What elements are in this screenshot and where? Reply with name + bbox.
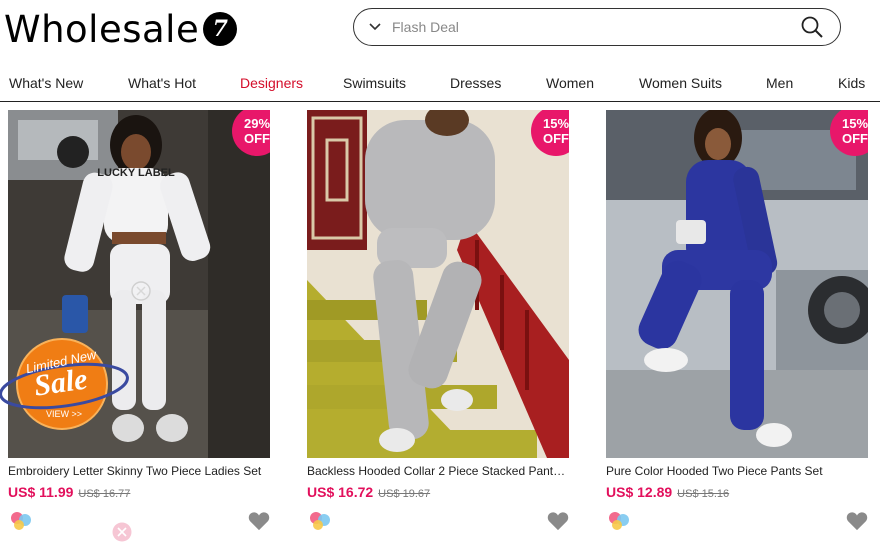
nav-item-dresses[interactable]: Dresses <box>450 75 501 91</box>
color-swatch-icon[interactable] <box>309 511 331 531</box>
category-nav: What's New What's Hot Designers Swimsuit… <box>0 64 880 102</box>
discount-percent: 15% <box>841 116 868 131</box>
product-name[interactable]: Pure Color Hooded Two Piece Pants Set <box>606 464 868 478</box>
product-original-price: US$ 19.67 <box>378 488 431 500</box>
sale-cta: VIEW >> <box>46 409 82 419</box>
nav-item-designers[interactable]: Designers <box>240 75 303 91</box>
logo-text: Wholesale <box>4 7 200 51</box>
search-bar[interactable]: Flash Deal <box>353 8 841 46</box>
product-original-price: US$ 16.77 <box>78 488 131 500</box>
discount-off: OFF <box>244 131 270 146</box>
product-original-price: US$ 15.16 <box>677 488 730 500</box>
limited-sale-badge[interactable]: Limited New Sale VIEW >> <box>0 336 130 432</box>
color-swatch-icon[interactable] <box>608 511 630 531</box>
wishlist-heart-icon[interactable] <box>547 511 569 531</box>
wishlist-heart-icon[interactable] <box>248 511 270 531</box>
discount-off: OFF <box>842 131 868 146</box>
discount-percent: 15% <box>542 116 569 131</box>
shirt-print-text: LUCKY LABEL <box>97 167 175 179</box>
product-card[interactable]: 15% OFF Backless Hooded Collar 2 Piece S… <box>307 110 569 533</box>
color-swatch-icon[interactable] <box>10 511 32 531</box>
close-pink-icon[interactable] <box>112 522 132 542</box>
product-card[interactable]: 15% OFF Pure Color Hooded Two Piece Pant… <box>606 110 868 533</box>
product-image[interactable]: 15% OFF <box>307 110 569 458</box>
close-popup-icon[interactable] <box>131 281 151 301</box>
nav-item-whats-new[interactable]: What's New <box>9 75 83 91</box>
wishlist-heart-icon[interactable] <box>846 511 868 531</box>
site-logo[interactable]: Wholesale 7 <box>4 7 238 51</box>
logo-badge: 7 <box>203 12 238 46</box>
discount-percent: 29% <box>243 116 270 131</box>
chevron-down-icon[interactable] <box>368 19 384 35</box>
search-icon[interactable] <box>800 14 826 40</box>
search-input[interactable]: Flash Deal <box>392 19 800 35</box>
nav-item-whats-hot[interactable]: What's Hot <box>128 75 196 91</box>
discount-off: OFF <box>543 131 569 146</box>
nav-item-kids[interactable]: Kids <box>838 75 865 91</box>
nav-item-swimsuits[interactable]: Swimsuits <box>343 75 406 91</box>
product-price: US$ 16.72 <box>307 484 374 500</box>
nav-item-men[interactable]: Men <box>766 75 793 91</box>
nav-item-women[interactable]: Women <box>546 75 594 91</box>
product-name[interactable]: Backless Hooded Collar 2 Piece Stacked P… <box>307 464 569 478</box>
nav-item-women-suits[interactable]: Women Suits <box>639 75 722 91</box>
product-card[interactable]: LUCKY LABEL 29% OFF Embroidery Letter Sk… <box>8 110 270 533</box>
product-name[interactable]: Embroidery Letter Skinny Two Piece Ladie… <box>8 464 270 478</box>
product-price: US$ 11.99 <box>8 484 74 500</box>
product-price: US$ 12.89 <box>606 484 673 500</box>
product-image[interactable]: 15% OFF <box>606 110 868 458</box>
